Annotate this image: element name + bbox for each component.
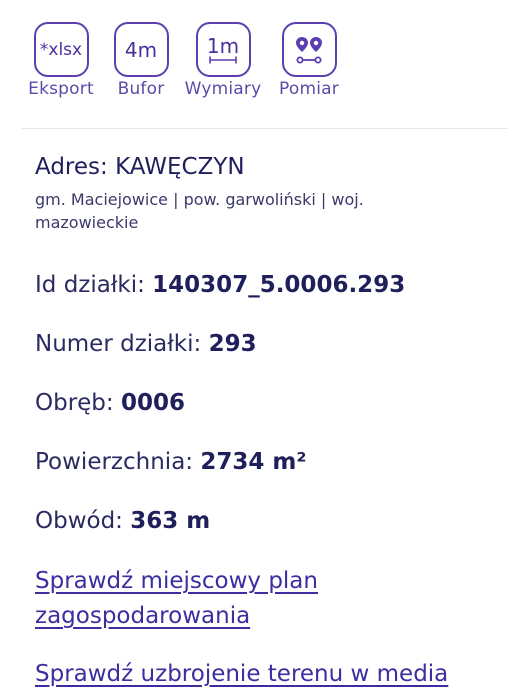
area-label: Powierzchnia:: [35, 449, 194, 475]
ruler-icon: 1m: [195, 22, 251, 77]
parcel-number-value: 293: [208, 331, 257, 357]
precinct-label: Obręb:: [35, 390, 114, 416]
address-subtitle: gm. Maciejowice | pow. garwoliński | woj…: [35, 190, 364, 232]
buffer-icon-text: 4m: [124, 37, 158, 62]
ruler-line-icon: [209, 56, 237, 63]
route-pins-icon: [281, 22, 337, 77]
route-pins-svg: [296, 36, 322, 63]
zoning-plan-link[interactable]: Sprawdź miejscowy plan zagospodarowania: [35, 564, 505, 634]
parcel-number-label: Numer działki:: [35, 331, 202, 357]
parcel-id-row: Id działki: 140307_5.0006.293: [35, 272, 405, 298]
address-value: KAWĘCZYN: [115, 154, 245, 180]
perimeter-label: Obwód:: [35, 508, 123, 534]
toolbar: *xlsx Eksport 4m Bufor 1m Wymiary Pomiar: [22, 22, 342, 99]
parcel-id-label: Id działki:: [35, 272, 145, 298]
area-value: 2734 m²: [200, 449, 307, 475]
perimeter-value: 363 m: [130, 508, 211, 534]
address-title: Adres: KAWĘCZYN: [35, 154, 245, 180]
export-icon-text: *xlsx: [39, 39, 83, 60]
export-button[interactable]: *xlsx Eksport: [22, 22, 100, 99]
dimensions-label: Wymiary: [184, 79, 262, 99]
parcel-id-value: 140307_5.0006.293: [152, 272, 406, 298]
xlsx-icon: *xlsx: [33, 22, 89, 77]
area-row: Powierzchnia: 2734 m²: [35, 449, 306, 475]
divider: [22, 128, 508, 129]
buffer-button[interactable]: 4m Bufor: [106, 22, 176, 99]
perimeter-row: Obwód: 363 m: [35, 508, 210, 534]
measure-label: Pomiar: [279, 79, 339, 99]
measure-button[interactable]: Pomiar: [276, 22, 342, 99]
buffer-label: Bufor: [117, 79, 165, 99]
dimensions-button[interactable]: 1m Wymiary: [182, 22, 264, 99]
precinct-row: Obręb: 0006: [35, 390, 185, 416]
export-label: Eksport: [28, 79, 94, 99]
dimensions-icon-text: 1m: [206, 33, 240, 58]
parcel-number-row: Numer działki: 293: [35, 331, 257, 357]
buffer-icon: 4m: [113, 22, 169, 77]
address-prefix: Adres:: [35, 154, 108, 180]
utilities-link[interactable]: Sprawdź uzbrojenie terenu w media: [35, 657, 505, 692]
precinct-value: 0006: [120, 390, 185, 416]
